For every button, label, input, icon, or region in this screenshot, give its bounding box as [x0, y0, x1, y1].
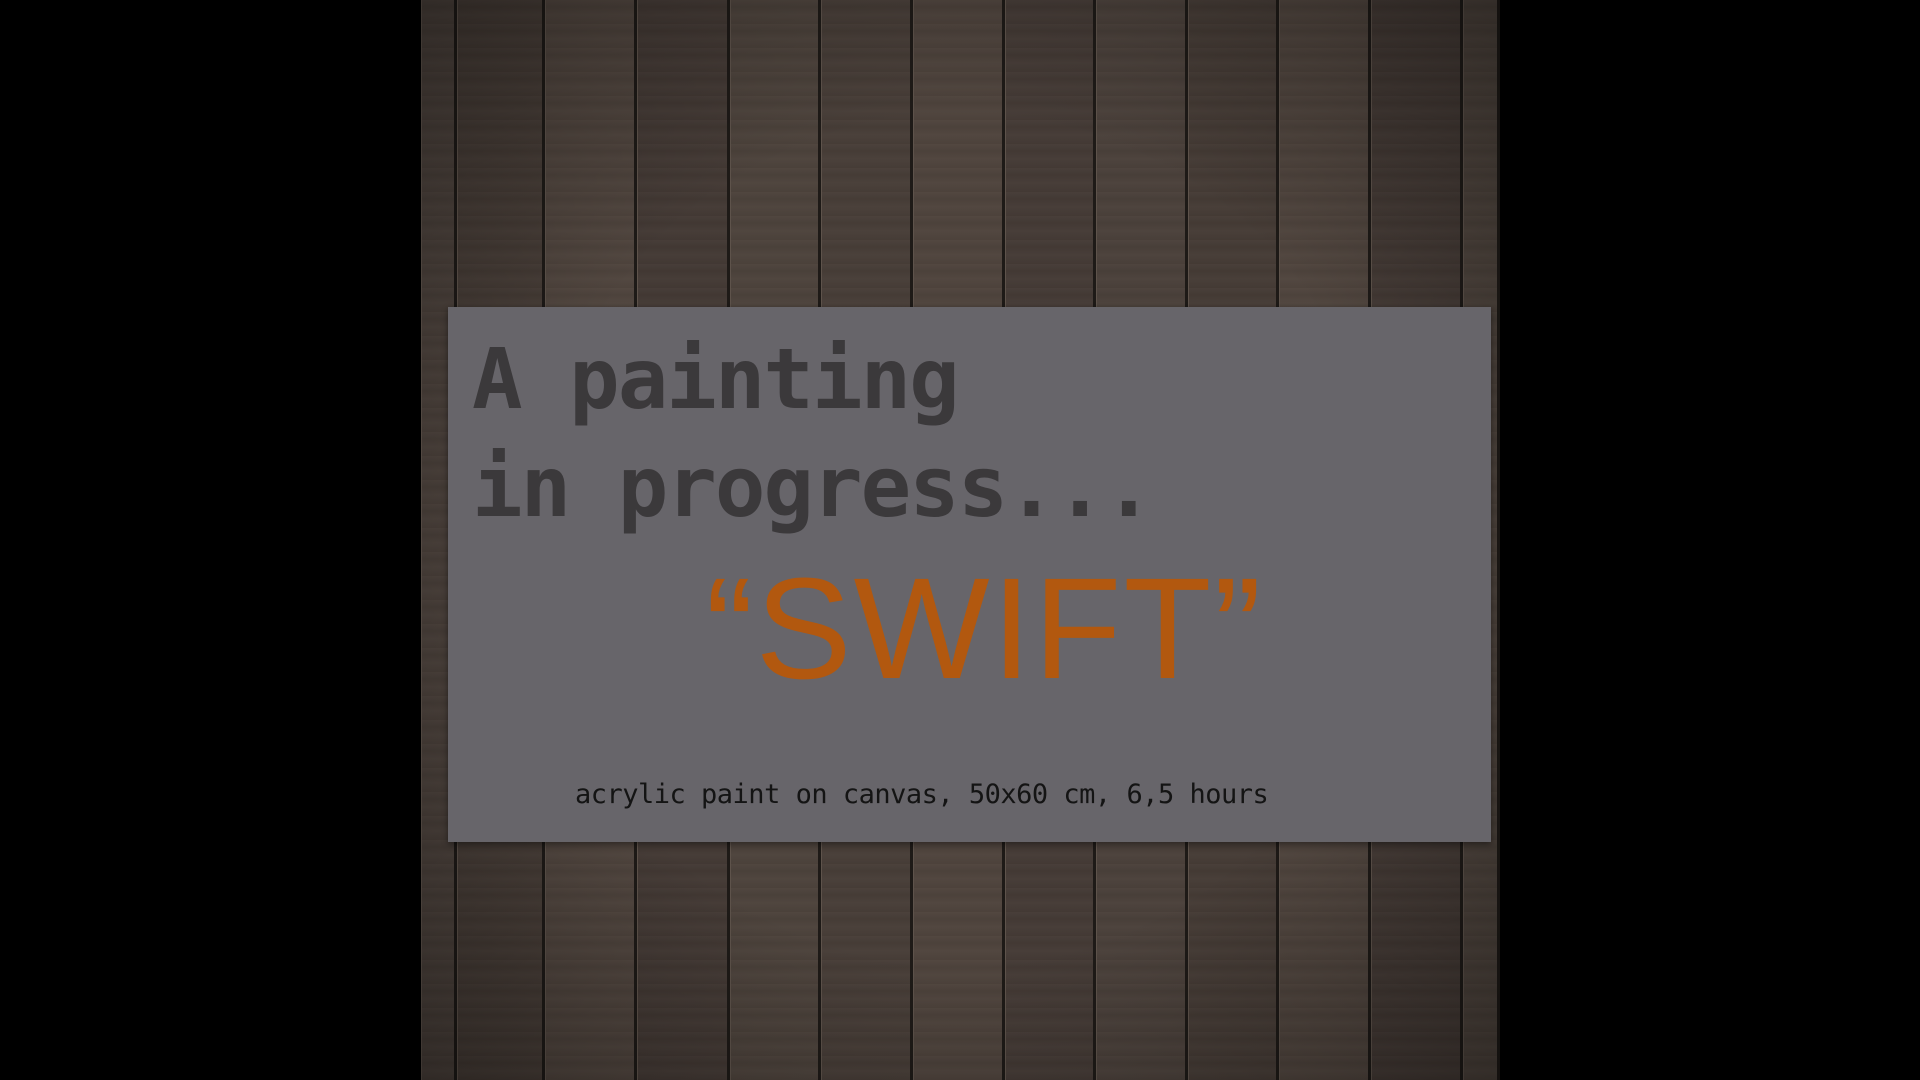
title-card: A painting in progress... “SWIFT” acryli…: [448, 307, 1491, 842]
video-frame: A painting in progress... “SWIFT” acryli…: [0, 0, 1920, 1080]
heading-line-2: in progress...: [472, 438, 1154, 536]
artwork-title: “SWIFT”: [705, 548, 1264, 709]
heading-line-1: A painting: [472, 330, 960, 428]
artwork-caption: acrylic paint on canvas, 50x60 cm, 6,5 h…: [575, 779, 1269, 810]
